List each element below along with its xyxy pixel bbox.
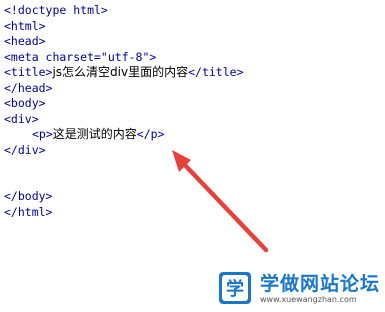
code-head-open: <head> [4,34,46,48]
code-p-open: <p> [32,127,53,141]
code-line-meta: <meta charset="utf-8"> [4,50,244,66]
site-logo-icon: 学 [219,272,251,304]
code-div-open: <div> [4,111,39,126]
code-title-open: <title> [4,65,53,79]
code-line-blank-2 [4,174,244,190]
code-p-close: </p> [136,127,165,141]
code-line-head-close: </head> [4,81,244,97]
code-line-div-open: <div> [4,112,244,128]
code-html-open: <html> [4,18,46,33]
code-p-text: 这是测试的内容 [52,127,137,141]
code-head-close: </head> [4,80,53,95]
code-doctype: <!doctype html> [4,3,108,17]
code-line-doctype: <!doctype html> [4,3,244,19]
code-area: <!doctype html> <html> <head> <meta charset… [4,3,244,220]
watermark: 学 学做网站论坛 www.xuewangzhan.com [218,269,381,309]
code-title-text: js怎么清空div里面的内容 [52,65,189,79]
code-line-head-open: <head> [4,34,244,50]
code-line-blank-1 [4,158,244,174]
code-div-close: </div> [4,142,46,157]
code-line-body-open: <body> [4,96,244,112]
code-line-html-close: </html> [4,205,244,221]
code-title-close: </title> [188,65,244,79]
code-line-body-close: </body> [4,189,244,205]
code-line-title: <title>js怎么清空div里面的内容</title> [4,65,244,81]
code-line-div-close: </div> [4,143,244,159]
code-body-open: <body> [4,96,46,110]
code-meta: <meta charset="utf-8"> [4,49,157,64]
watermark-title: 学做网站论坛 [260,273,381,295]
code-body-close: </body> [4,189,53,203]
watermark-url: www.xuewangzhan.com [260,295,357,304]
logo-glyph: 学 [226,278,244,300]
code-editor: <!doctype html> <html> <head> <meta charset… [0,0,385,312]
code-line-paragraph: <p>这是测试的内容</p> [4,127,244,143]
code-line-html-open: <html> [4,19,244,35]
code-html-close: </html> [4,204,53,219]
